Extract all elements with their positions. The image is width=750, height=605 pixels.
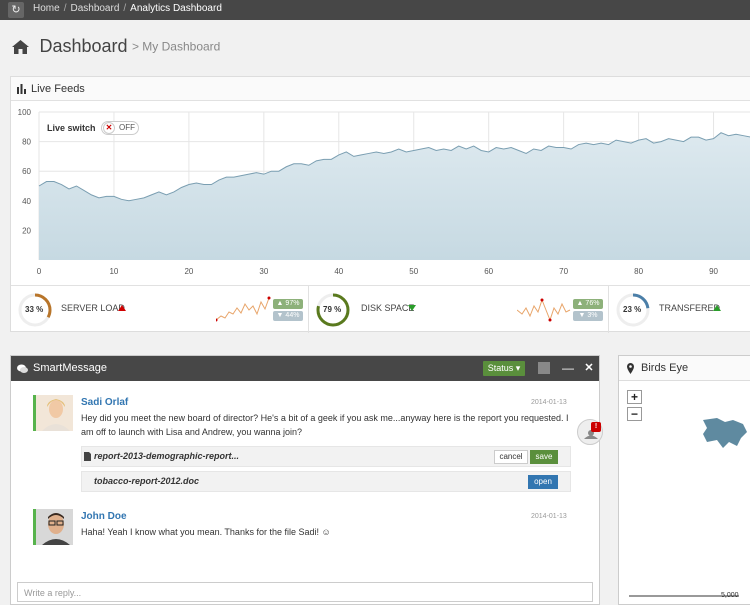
server-load-badge-down: ▼ 44%	[273, 311, 303, 321]
x-tick-label: 60	[484, 267, 493, 276]
y-tick-label: 100	[18, 108, 32, 117]
page-subtitle: > My Dashboard	[131, 39, 221, 54]
page-title: Dashboard	[39, 36, 128, 56]
y-tick-label: 40	[22, 197, 31, 206]
breadcrumb-dashboard[interactable]: Dashboard	[70, 3, 119, 14]
zoom-out-button[interactable]: −	[627, 407, 642, 421]
y-tick-label: 20	[22, 226, 31, 235]
x-tick-label: 70	[559, 267, 568, 276]
map-region-shape	[703, 418, 747, 448]
avatar	[33, 509, 73, 545]
y-tick-label: 80	[22, 138, 31, 147]
x-tick-label: 50	[409, 267, 418, 276]
disk-space-sparkline	[517, 298, 571, 322]
close-icon[interactable]: ✕	[582, 356, 596, 381]
server-load-label: SERVER LOAD	[61, 303, 125, 313]
stat-server-load: 33 % SERVER LOAD ▲ 97% ▼ 44%	[11, 286, 309, 333]
message-date: 2014-01-13	[531, 513, 567, 520]
live-switch-toggle[interactable]: ✕ OFF	[101, 121, 139, 135]
breadcrumb: Home / Dashboard / Analytics Dashboard	[33, 3, 222, 14]
notification-badge: !	[591, 422, 601, 432]
zoom-in-button[interactable]: +	[627, 390, 642, 404]
smart-message-title: SmartMessage	[33, 362, 107, 374]
x-tick-label: 80	[634, 267, 643, 276]
y-tick-label: 60	[22, 167, 31, 176]
attachment-row: report-2013-demographic-report... cancel…	[81, 446, 571, 467]
server-load-sparkline	[216, 296, 271, 322]
stats-row: 33 % SERVER LOAD ▲ 97% ▼ 44% 79 % DISK S…	[11, 285, 750, 333]
smart-message-header: SmartMessage Status ▾ — ✕	[11, 356, 599, 381]
live-switch-label: Live switch	[47, 123, 96, 133]
bar-chart-icon	[17, 84, 26, 94]
x-tick-label: 10	[109, 267, 118, 276]
home-icon	[12, 39, 29, 54]
disk-space-badge-down: ▼ 3%	[573, 311, 603, 321]
server-load-badge-up: ▲ 97%	[273, 299, 303, 309]
disk-space-badge-up: ▲ 76%	[573, 299, 603, 309]
attachment-row: tobacco-report-2012.doc open	[81, 471, 571, 492]
x-tick-label: 40	[334, 267, 343, 276]
file-icon	[84, 452, 91, 461]
close-icon: ✕	[103, 122, 115, 134]
open-button[interactable]: open	[528, 475, 558, 489]
birds-eye-header: Birds Eye	[619, 356, 750, 381]
live-feeds-header: Live Feeds	[11, 77, 750, 101]
x-tick-label: 20	[184, 267, 193, 276]
page-header: Dashboard > My Dashboard	[12, 36, 220, 57]
refresh-icon[interactable]: ↻	[8, 2, 24, 18]
stat-transfered: 23 % TRANSFERED	[609, 286, 750, 333]
server-load-percent: 33 %	[25, 305, 44, 314]
birds-eye-title: Birds Eye	[641, 362, 689, 374]
message-date: 2014-01-13	[531, 399, 567, 406]
minimize-icon[interactable]: —	[561, 356, 575, 381]
x-tick-label: 30	[259, 267, 268, 276]
message-author[interactable]: John Doe	[81, 511, 127, 522]
trend-up-icon	[713, 305, 721, 311]
message-author[interactable]: Sadi Orlaf	[81, 397, 128, 408]
cancel-button[interactable]: cancel	[494, 450, 528, 464]
stat-disk-space: 79 % DISK SPACE ▲ 76% ▼ 3%	[309, 286, 609, 333]
message-text: Hey did you meet the new board of direct…	[81, 413, 569, 437]
map-scale-label: 5,000	[721, 592, 739, 599]
message-list[interactable]: Sadi Orlaf 2014-01-13 Hey did you meet t…	[11, 381, 603, 601]
breadcrumb-home[interactable]: Home	[33, 3, 60, 14]
x-tick-label: 0	[37, 267, 42, 276]
notification-icon[interactable]: !	[577, 419, 603, 445]
disk-space-percent: 79 %	[323, 305, 342, 314]
comments-icon	[17, 364, 28, 373]
transfered-label: TRANSFERED	[659, 303, 721, 313]
breadcrumb-current: Analytics Dashboard	[130, 3, 222, 14]
smart-message-panel: SmartMessage Status ▾ — ✕ Sadi Orlaf 201…	[10, 355, 603, 605]
birds-eye-panel: Birds Eye + − 5,000	[618, 355, 750, 605]
attachment-filename: tobacco-report-2012.doc	[94, 476, 200, 486]
chat-message: John Doe 2014-01-13 Haha! Yeah I know wh…	[33, 509, 573, 549]
disk-space-label: DISK SPACE	[361, 303, 415, 313]
attachment-filename: report-2013-demographic-report...	[94, 451, 240, 461]
live-feeds-title: Live Feeds	[31, 83, 85, 95]
transfered-percent: 23 %	[623, 305, 642, 314]
color-picker-icon[interactable]	[538, 362, 550, 374]
trend-up-icon	[118, 305, 126, 311]
status-dropdown-button[interactable]: Status ▾	[483, 361, 525, 376]
avatar	[33, 395, 73, 431]
top-bar: ↻ Home / Dashboard / Analytics Dashboard	[0, 0, 750, 20]
map-marker-icon	[627, 363, 634, 374]
reply-input[interactable]: Write a reply...	[17, 582, 593, 602]
x-tick-label: 90	[709, 267, 718, 276]
live-feeds-panel: Live Feeds 20 40 60 80 100 0 10 20 30 40 50 60 70 80 9…	[10, 76, 750, 333]
message-text: Haha! Yeah I know what you mean. Thanks …	[81, 527, 331, 537]
switch-state-label: OFF	[119, 123, 135, 132]
save-button[interactable]: save	[530, 450, 558, 464]
trend-down-icon	[408, 305, 416, 311]
chart-area-fill	[39, 132, 750, 260]
